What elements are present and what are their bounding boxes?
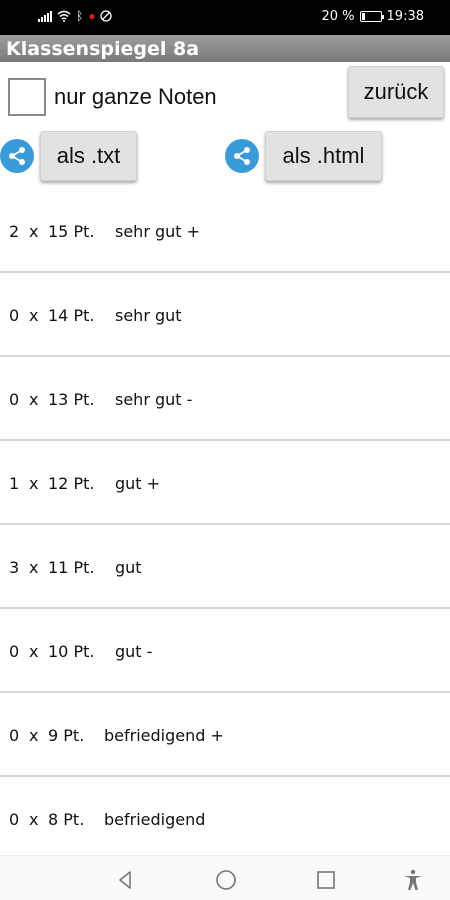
status-icons-left: ᛒ ● [38,9,113,23]
grade-count: 0 [9,390,20,409]
grade-points: 8 Pt. [48,810,85,829]
grade-points: 13 Pt. [48,390,95,409]
times-sign: x [29,474,39,493]
times-sign: x [29,222,39,241]
times-sign: x [29,726,39,745]
times-sign: x [29,306,39,325]
export-html-button[interactable]: als .html [265,131,382,181]
do-not-disturb-icon [100,10,113,22]
whole-grades-checkbox[interactable] [8,78,46,116]
notification-dot-icon: ● [88,9,96,23]
battery-icon [359,11,384,22]
accessibility-icon[interactable] [401,868,425,892]
share-icon[interactable] [225,139,259,173]
signal-icon [38,10,52,22]
grade-points: 10 Pt. [48,642,95,661]
grade-count: 0 [9,810,20,829]
list-item[interactable]: 0 x 10 Pt. gut - [0,609,450,693]
wifi-icon [57,10,71,22]
whole-grades-label: nur ganze Noten [54,84,217,109]
grade-label: gut [115,558,142,577]
list-item[interactable]: 2 x 15 Pt. sehr gut + [0,189,450,273]
grade-count: 3 [9,558,20,577]
back-icon[interactable] [113,868,137,892]
export-txt-button[interactable]: als .txt [40,131,137,181]
list-item[interactable]: 0 x 8 Pt. befriedigend [0,777,450,861]
list-item[interactable]: 0 x 14 Pt. sehr gut [0,273,450,357]
times-sign: x [29,810,39,829]
bluetooth-icon: ᛒ [76,9,84,23]
grade-points: 15 Pt. [48,222,95,241]
page-title: Klassenspiegel 8a [6,38,200,60]
list-item[interactable]: 1 x 12 Pt. gut + [0,441,450,525]
status-bar: ᛒ ● 20 % 19:38 [0,0,450,35]
grade-label: befriedigend [104,810,206,829]
home-icon[interactable] [214,868,238,892]
grade-label: befriedigend + [104,726,224,745]
status-icons-right: 20 % 19:38 [322,9,425,24]
grade-label: sehr gut [115,306,182,325]
grade-label: sehr gut - [115,390,193,409]
grade-count: 2 [9,222,20,241]
times-sign: x [29,558,39,577]
grade-points: 11 Pt. [48,558,95,577]
navigation-bar [0,855,450,900]
title-bar: Klassenspiegel 8a [0,35,450,62]
grade-count: 1 [9,474,20,493]
grade-points: 14 Pt. [48,306,95,325]
grade-count: 0 [9,642,20,661]
back-button[interactable]: zurück [348,66,444,118]
grade-label: gut + [115,474,161,493]
list-item[interactable]: 0 x 9 Pt. befriedigend + [0,693,450,777]
clock: 19:38 [386,9,424,24]
grade-label: sehr gut + [115,222,201,241]
times-sign: x [29,642,39,661]
list-item[interactable]: 3 x 11 Pt. gut [0,525,450,609]
grade-points: 9 Pt. [48,726,85,745]
grade-label: gut - [115,642,153,661]
grade-count: 0 [9,726,20,745]
share-icon[interactable] [0,139,34,173]
recents-icon[interactable] [314,868,338,892]
battery-percent: 20 % [321,9,355,24]
grade-list[interactable]: 2 x 15 Pt. sehr gut + 0 x 14 Pt. sehr gu… [0,189,450,861]
times-sign: x [29,390,39,409]
grade-points: 12 Pt. [48,474,95,493]
list-item[interactable]: 0 x 13 Pt. sehr gut - [0,357,450,441]
grade-count: 0 [9,306,20,325]
